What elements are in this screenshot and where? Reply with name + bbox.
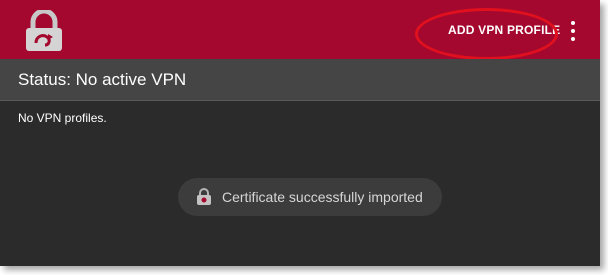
app-window: ADD VPN PROFILE Status: No active VPN No…: [0, 0, 600, 266]
lock-icon: [196, 188, 212, 206]
toast: Certificate successfully imported: [178, 178, 442, 216]
app-bar: ADD VPN PROFILE: [0, 0, 600, 60]
status-text: Status: No active VPN: [18, 70, 187, 89]
more-vertical-icon[interactable]: [566, 20, 580, 42]
add-vpn-profile-button[interactable]: ADD VPN PROFILE: [448, 23, 560, 37]
lock-icon: [22, 8, 66, 52]
empty-profiles-text: No VPN profiles.: [18, 111, 107, 125]
toast-message: Certificate successfully imported: [222, 189, 423, 205]
status-bar: Status: No active VPN: [0, 59, 600, 101]
